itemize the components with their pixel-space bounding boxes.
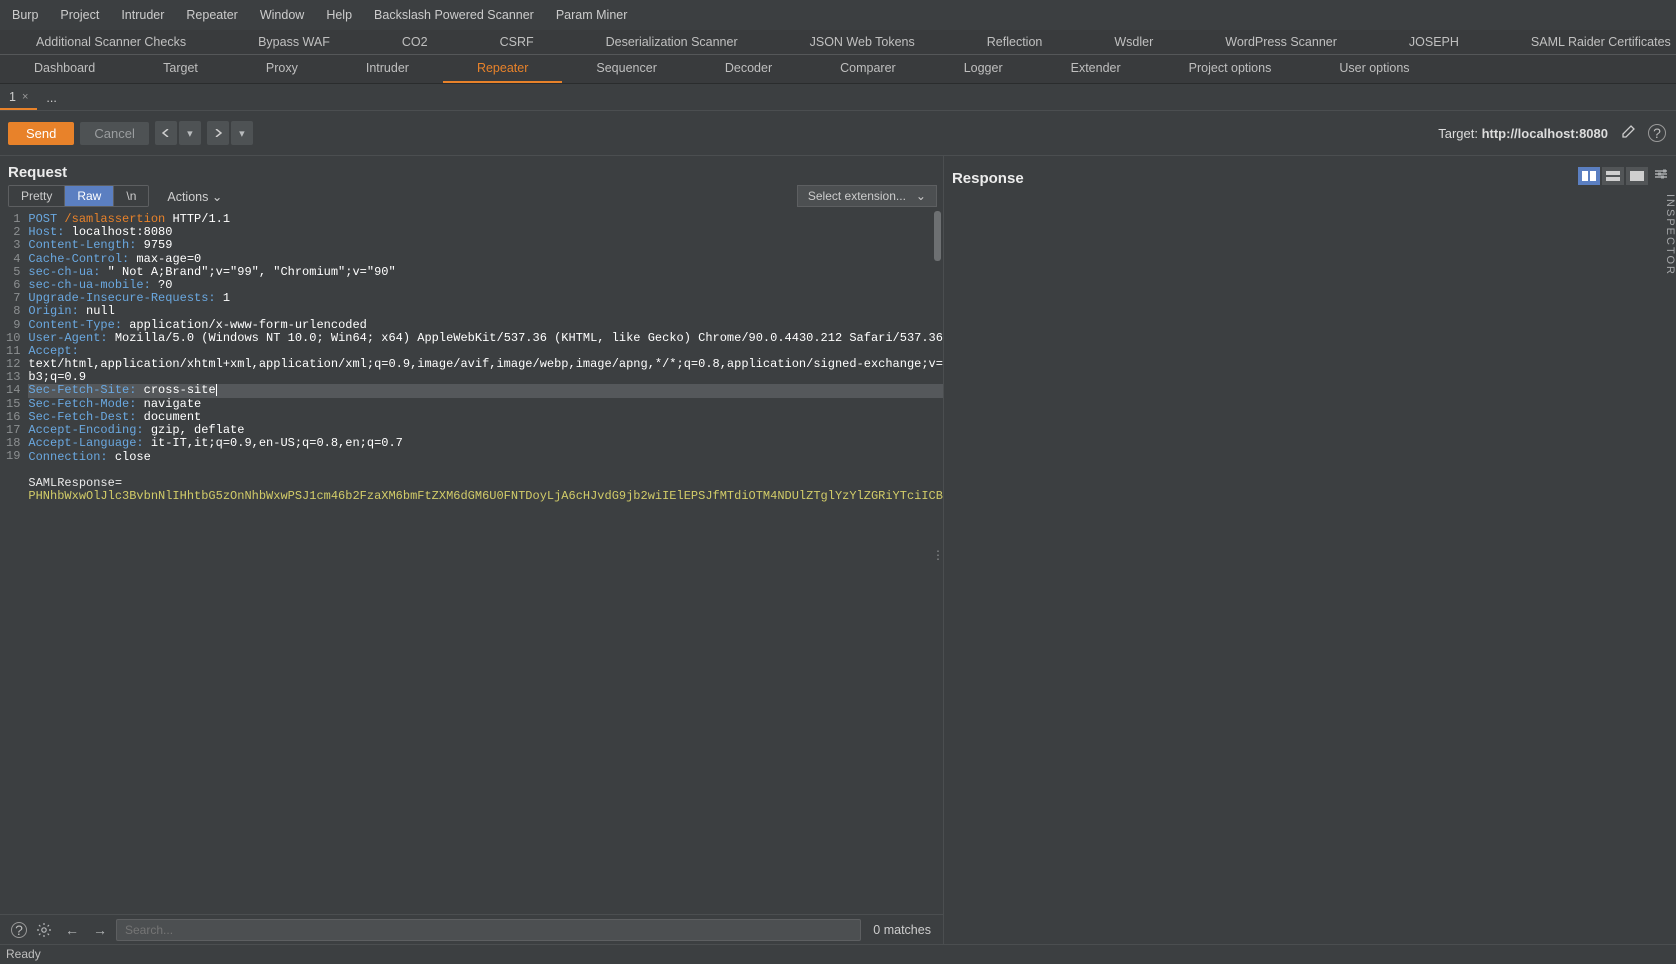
menu-intruder[interactable]: Intruder: [119, 4, 166, 26]
search-next-icon[interactable]: →: [88, 918, 112, 942]
ext-tab-additional-scanner-checks[interactable]: Additional Scanner Checks: [0, 30, 222, 54]
layout-split-columns[interactable]: [1578, 167, 1600, 185]
search-match-count: 0 matches: [865, 923, 939, 937]
response-pane: Response INSPECTOR: [944, 156, 1676, 944]
tool-tab-repeater[interactable]: Repeater: [443, 55, 562, 83]
ext-tab-json-web-tokens[interactable]: JSON Web Tokens: [774, 30, 951, 54]
pane-divider-handle[interactable]: ⋮: [932, 548, 943, 562]
format-pretty[interactable]: Pretty: [9, 186, 65, 206]
history-forward-button[interactable]: [207, 121, 229, 145]
tool-tab-logger[interactable]: Logger: [930, 55, 1037, 83]
menu-burp[interactable]: Burp: [10, 4, 40, 26]
line-gutter: 1 2 3 4 5 6 7 8 9 10 11 12 13 14 15 16 1…: [0, 211, 24, 914]
history-fwd-group: ▾: [207, 121, 253, 145]
layout-toggle-group: [1578, 167, 1648, 185]
target-label-text: Target:: [1438, 126, 1481, 141]
tool-tab-comparer[interactable]: Comparer: [806, 55, 930, 83]
close-icon[interactable]: ×: [22, 91, 28, 103]
target-url: http://localhost:8080: [1482, 126, 1608, 141]
search-prev-icon[interactable]: ←: [60, 918, 84, 942]
ext-sel-label: Select extension...: [808, 189, 906, 203]
repeater-subtab-new[interactable]: ...: [37, 86, 65, 110]
menu-help[interactable]: Help: [324, 4, 354, 26]
response-options-icon[interactable]: [1654, 167, 1668, 185]
ext-tab-deserialization-scanner[interactable]: Deserialization Scanner: [570, 30, 774, 54]
target-label: Target: http://localhost:8080: [1438, 126, 1608, 141]
chevron-down-icon: ⌄: [212, 190, 222, 204]
tool-tab-decoder[interactable]: Decoder: [691, 55, 806, 83]
format-raw[interactable]: Raw: [65, 186, 114, 206]
layout-split-rows[interactable]: [1602, 167, 1624, 185]
request-response-split: Request Pretty Raw \n Actions ⌄ Select e…: [0, 156, 1676, 944]
response-pane-title: Response: [952, 162, 1032, 191]
history-back-group: ▾: [155, 121, 201, 145]
history-forward-menu[interactable]: ▾: [231, 121, 253, 145]
help-icon[interactable]: ?: [1648, 124, 1666, 142]
history-back-menu[interactable]: ▾: [179, 121, 201, 145]
menu-project[interactable]: Project: [58, 4, 101, 26]
request-footer-bar: ? ← → 0 matches: [0, 914, 943, 944]
ext-tab-wordpress-scanner[interactable]: WordPress Scanner: [1189, 30, 1373, 54]
tool-tab-proxy[interactable]: Proxy: [232, 55, 332, 83]
menu-repeater[interactable]: Repeater: [184, 4, 239, 26]
cancel-button[interactable]: Cancel: [80, 122, 148, 145]
editor-scrollbar[interactable]: [934, 211, 941, 261]
settings-footer-icon[interactable]: [32, 918, 56, 942]
edit-target-icon[interactable]: [1620, 124, 1636, 143]
tool-tab-user-options[interactable]: User options: [1305, 55, 1443, 83]
request-editor[interactable]: 1 2 3 4 5 6 7 8 9 10 11 12 13 14 15 16 1…: [0, 211, 943, 914]
tool-tab-project-options[interactable]: Project options: [1155, 55, 1306, 83]
ext-tab-wsdler[interactable]: Wsdler: [1078, 30, 1189, 54]
tool-tab-intruder[interactable]: Intruder: [332, 55, 443, 83]
status-bar: Ready: [0, 944, 1676, 964]
search-input[interactable]: [116, 919, 861, 941]
ext-tab-bypass-waf[interactable]: Bypass WAF: [222, 30, 366, 54]
format-newline[interactable]: \n: [114, 186, 148, 206]
menu-window[interactable]: Window: [258, 4, 306, 26]
response-header-row: Response: [944, 156, 1676, 192]
request-code-area[interactable]: POST /samlassertion HTTP/1.1 Host: local…: [24, 211, 943, 914]
actions-dropdown[interactable]: Actions ⌄: [161, 186, 228, 207]
menu-param-miner[interactable]: Param Miner: [554, 4, 630, 26]
request-pane: Request Pretty Raw \n Actions ⌄ Select e…: [0, 156, 944, 944]
subtab-ellipsis: ...: [46, 91, 56, 105]
action-bar: Send Cancel ▾ ▾ Target: http://localhost…: [0, 111, 1676, 156]
ext-tab-reflection[interactable]: Reflection: [951, 30, 1079, 54]
ext-tab-csrf[interactable]: CSRF: [464, 30, 570, 54]
request-pane-title: Request: [0, 156, 943, 185]
tool-tab-sequencer[interactable]: Sequencer: [562, 55, 690, 83]
request-format-bar: Pretty Raw \n Actions ⌄ Select extension…: [0, 185, 943, 211]
tool-tab-dashboard[interactable]: Dashboard: [0, 55, 129, 83]
help-footer-icon[interactable]: ?: [4, 918, 28, 942]
tool-tab-strip: DashboardTargetProxyIntruderRepeaterSequ…: [0, 55, 1676, 84]
send-button[interactable]: Send: [8, 122, 74, 145]
ext-tab-co2[interactable]: CO2: [366, 30, 464, 54]
format-segmented-control: Pretty Raw \n: [8, 185, 149, 207]
select-extension-dropdown[interactable]: Select extension... ⌄: [797, 185, 937, 207]
layout-combined[interactable]: [1626, 167, 1648, 185]
app-menu-bar: Burp Project Intruder Repeater Window Help Bac…: [0, 0, 1676, 30]
actions-label: Actions: [167, 190, 208, 204]
extension-tab-strip: Additional Scanner ChecksBypass WAFCO2CS…: [0, 30, 1676, 55]
subtab-label: 1: [9, 90, 16, 104]
history-back-button[interactable]: [155, 121, 177, 145]
repeater-subtab-strip: 1 × ...: [0, 84, 1676, 111]
ext-tab-joseph[interactable]: JOSEPH: [1373, 30, 1495, 54]
inspector-sidebar-tab[interactable]: INSPECTOR: [1660, 186, 1676, 284]
tool-tab-extender[interactable]: Extender: [1037, 55, 1155, 83]
menu-backslash-powered-scanner[interactable]: Backslash Powered Scanner: [372, 4, 536, 26]
repeater-subtab-1[interactable]: 1 ×: [0, 86, 37, 110]
tool-tab-target[interactable]: Target: [129, 55, 232, 83]
ext-tab-saml-raider-certificates[interactable]: SAML Raider Certificates: [1495, 30, 1676, 54]
